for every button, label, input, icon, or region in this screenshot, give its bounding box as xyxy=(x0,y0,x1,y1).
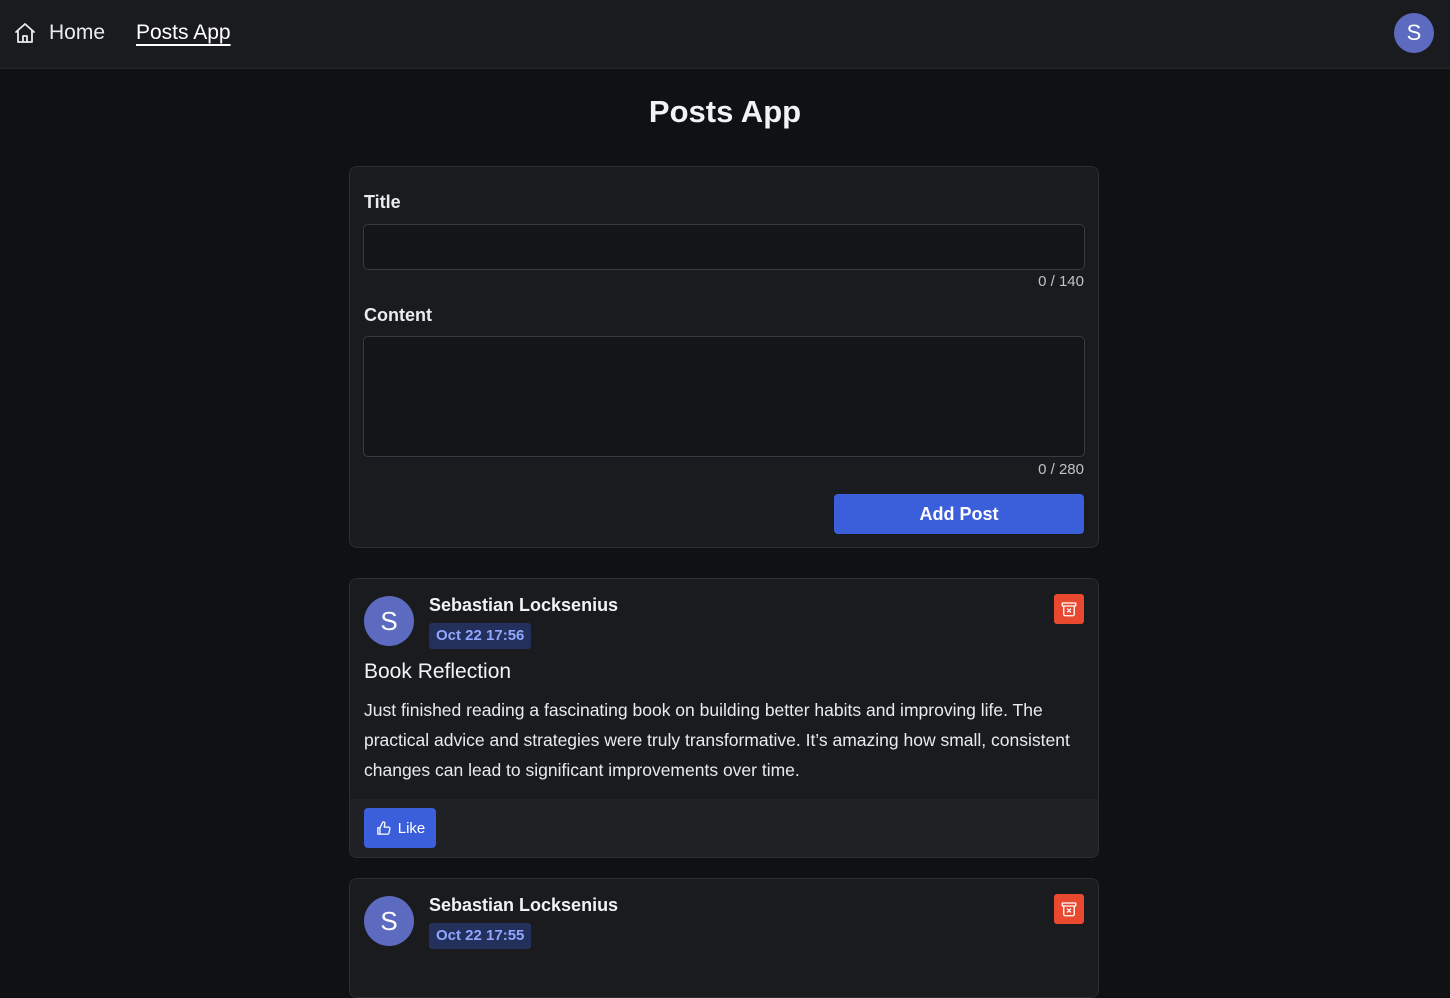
nav-posts-app-link[interactable]: Posts App xyxy=(136,18,231,48)
page-title: Posts App xyxy=(648,94,802,129)
post-title: Book Reflection xyxy=(364,660,512,683)
new-post-form: Title 0 / 140 Content 0 / 280 Add Post xyxy=(349,166,1099,548)
post-card: S Sebastian Locksenius Oct 22 17:56 Book… xyxy=(349,578,1099,858)
post-author-name: Sebastian Locksenius xyxy=(429,895,619,915)
content-char-counter: 0 / 280 xyxy=(1038,461,1084,478)
content-textarea[interactable] xyxy=(363,336,1085,457)
delete-post-button[interactable] xyxy=(1054,894,1084,924)
title-field-label: Title xyxy=(364,192,401,212)
home-icon xyxy=(13,21,37,45)
post-footer: Like xyxy=(350,799,1098,857)
content-field-label: Content xyxy=(364,305,432,325)
author-avatar: S xyxy=(364,596,414,646)
user-avatar[interactable]: S xyxy=(1394,13,1434,53)
title-char-counter: 0 / 140 xyxy=(1038,273,1084,290)
nav-home-label: Home xyxy=(49,21,106,44)
nav-home-link[interactable]: Home xyxy=(13,18,105,48)
trash-icon xyxy=(1060,900,1078,918)
thumb-up-icon xyxy=(375,820,392,837)
title-input[interactable] xyxy=(363,224,1085,270)
add-post-button[interactable]: Add Post xyxy=(834,494,1084,534)
like-button-label: Like xyxy=(397,819,426,837)
author-avatar: S xyxy=(364,896,414,946)
delete-post-button[interactable] xyxy=(1054,594,1084,624)
top-navbar: Home Posts App S xyxy=(0,0,1450,69)
post-card: S Sebastian Locksenius Oct 22 17:55 xyxy=(349,878,1099,998)
post-author-name: Sebastian Locksenius xyxy=(429,595,619,615)
post-date-badge: Oct 22 17:55 xyxy=(429,923,532,949)
like-button[interactable]: Like xyxy=(364,808,436,848)
post-date-badge: Oct 22 17:56 xyxy=(429,623,532,649)
trash-icon xyxy=(1060,600,1078,618)
post-body: Just finished reading a fascinating book… xyxy=(364,700,1070,780)
